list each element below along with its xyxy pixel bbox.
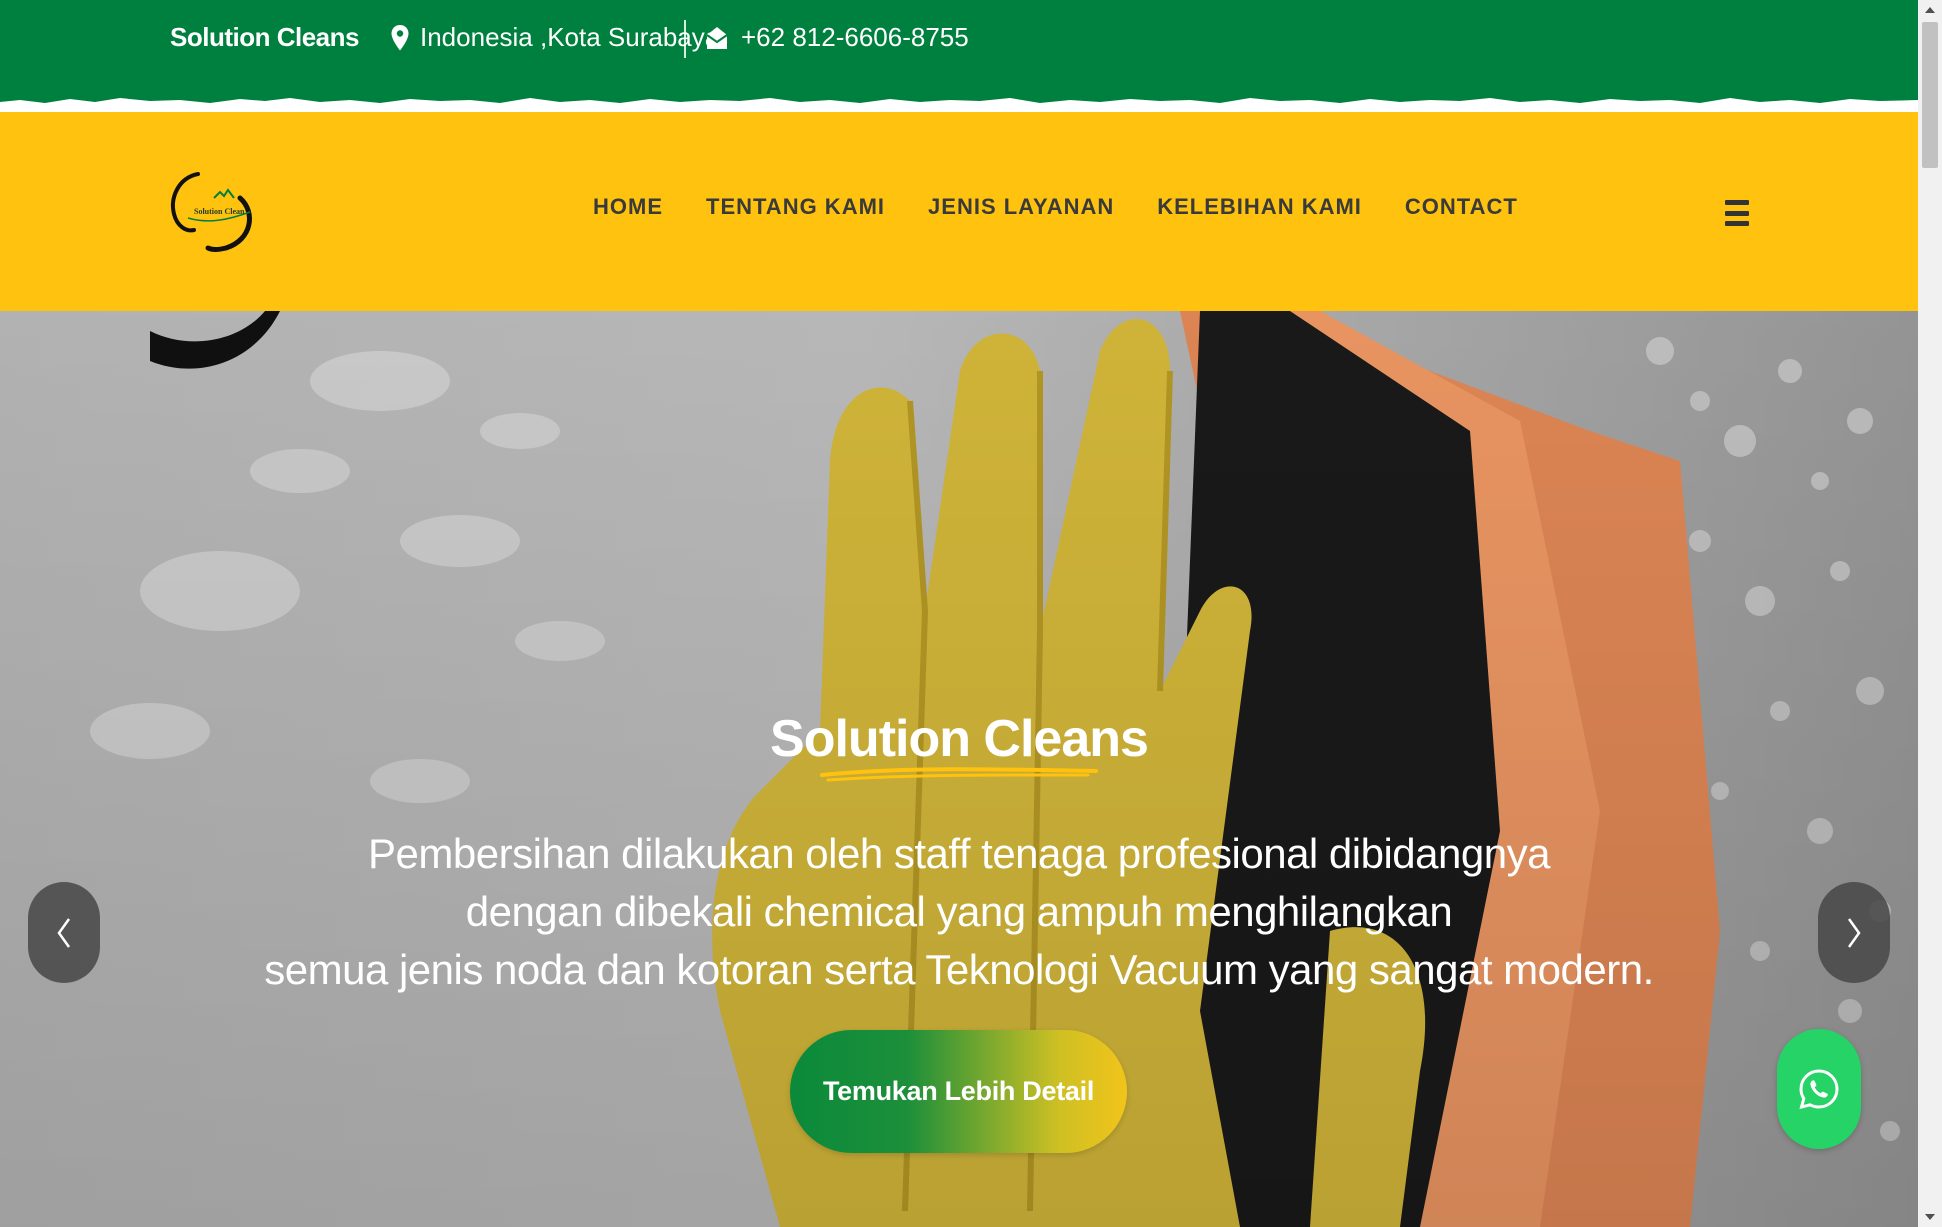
- hamburger-line: [1725, 210, 1749, 216]
- hamburger-line: [1725, 200, 1749, 205]
- map-pin-icon: [391, 24, 409, 50]
- hero-description-line: Pembersihan dilakukan oleh staff tenaga …: [368, 830, 1550, 877]
- phone-text: +62 812-6606-8755: [741, 22, 969, 52]
- phone-info[interactable]: +62 812-6606-8755: [705, 22, 969, 53]
- nav-item-contact[interactable]: CONTACT: [1405, 194, 1518, 220]
- top-bar-divider: [684, 20, 686, 58]
- slider-next-button[interactable]: [1818, 882, 1890, 983]
- hero-description-line: semua jenis noda dan kotoran serta Tekno…: [264, 946, 1654, 993]
- location-info: Indonesia ,Kota Surabaya: [390, 22, 719, 53]
- scroll-down-arrow-icon[interactable]: [1918, 1207, 1942, 1227]
- page: Solution Cleans Indonesia ,Kota Surabaya…: [0, 0, 1942, 1227]
- top-bar: Solution Cleans Indonesia ,Kota Surabaya…: [0, 0, 1918, 112]
- page-scrollbar[interactable]: [1918, 0, 1942, 1227]
- hamburger-line: [1725, 221, 1749, 226]
- slider-prev-button[interactable]: [28, 882, 100, 983]
- hero-title: Solution Cleans: [770, 710, 1149, 768]
- envelope-icon: [706, 26, 728, 49]
- whatsapp-button[interactable]: [1777, 1029, 1861, 1149]
- torn-edge-decoration: [0, 98, 1918, 112]
- nav-item-kelebihan-kami[interactable]: KELEBIHAN KAMI: [1157, 194, 1362, 220]
- nav-item-jenis-layanan[interactable]: JENIS LAYANAN: [928, 194, 1114, 220]
- scroll-up-arrow-icon[interactable]: [1918, 0, 1942, 20]
- title-underline-decoration: [820, 767, 1098, 782]
- hamburger-menu-icon[interactable]: [1725, 200, 1749, 226]
- whatsapp-icon: [1799, 1069, 1839, 1110]
- scrollbar-thumb[interactable]: [1922, 22, 1938, 168]
- location-text: Indonesia ,Kota Surabaya: [420, 22, 720, 52]
- solution-clean-logo[interactable]: Solution Clean: [168, 168, 256, 254]
- hero-slider: Solution Cleans Pembersihan dilakukan ol…: [0, 311, 1918, 1227]
- nav-menu: HOME TENTANG KAMI JENIS LAYANAN KELEBIHA…: [593, 194, 1518, 220]
- logo-text: Solution Clean: [194, 207, 245, 216]
- chevron-right-icon: [1847, 917, 1861, 948]
- chevron-left-icon: [57, 917, 71, 948]
- nav-item-tentang-kami[interactable]: TENTANG KAMI: [706, 194, 885, 220]
- hero-description-line: dengan dibekali chemical yang ampuh meng…: [465, 888, 1453, 935]
- nav-item-home[interactable]: HOME: [593, 194, 663, 220]
- main-navbar: Solution Clean HOME TENTANG KAMI JENIS L…: [0, 112, 1918, 311]
- top-bar-brand: Solution Cleans: [170, 22, 359, 52]
- hero-description: Pembersihan dilakukan oleh staff tenaga …: [0, 825, 1918, 999]
- find-more-details-button[interactable]: Temukan Lebih Detail: [790, 1030, 1127, 1153]
